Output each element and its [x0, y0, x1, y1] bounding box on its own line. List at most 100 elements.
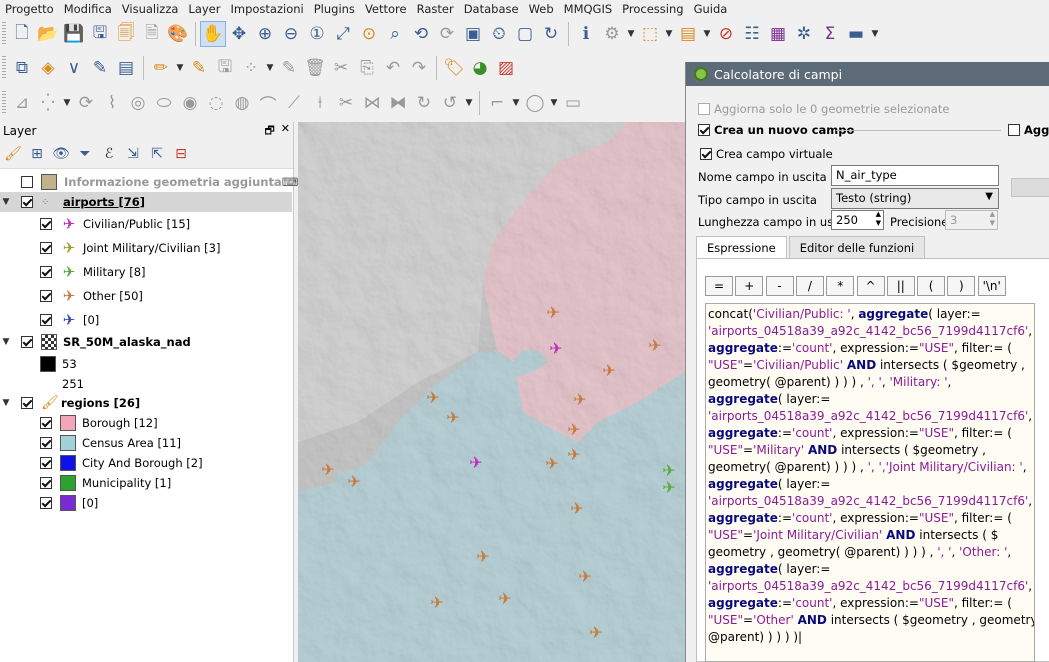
menu-database[interactable]: Database	[459, 0, 524, 18]
collapse-icon[interactable]: ▼	[0, 398, 12, 408]
airport-other-icon[interactable]: ✈	[570, 499, 583, 518]
digitize-vertex-icon[interactable]: ∨	[61, 55, 87, 81]
zoom-native-icon[interactable]: ①	[304, 21, 330, 47]
add-part-icon[interactable]: ⬭	[151, 90, 177, 116]
layer-group-raster[interactable]: ▼ SR_50M_alaska_nad	[0, 332, 191, 352]
edit-attributes-icon[interactable]: ✎	[276, 55, 302, 81]
menu-vettore[interactable]: Vettore	[360, 0, 412, 18]
operator-button[interactable]: -	[765, 276, 794, 296]
refresh-icon[interactable]: ↻	[538, 21, 564, 47]
field-calculator-icon[interactable]: ▦	[765, 21, 791, 47]
collapse-icon[interactable]: ▼	[0, 197, 12, 207]
add-ring-icon[interactable]: ◎	[125, 90, 151, 116]
update-existing-checkbox[interactable]	[1008, 124, 1020, 136]
output-name-input[interactable]: N_air_type	[831, 165, 999, 186]
airport-other-icon[interactable]: ✈	[321, 460, 334, 479]
airport-other-icon[interactable]: ✈	[567, 420, 580, 439]
merge-attributes-icon[interactable]: ⧓	[385, 90, 411, 116]
legend-item-regions-null[interactable]: [0]	[40, 493, 98, 513]
legend-checkbox[interactable]	[40, 477, 52, 489]
save-edits-icon[interactable]: 🖫	[212, 55, 238, 81]
toolbar-handle[interactable]	[2, 91, 6, 115]
layer-group-airports[interactable]: ▼ ⁘ airports [76]	[0, 192, 292, 212]
fill-ring-icon[interactable]: ◉	[177, 90, 203, 116]
merge-features-icon[interactable]: ⋈	[359, 90, 385, 116]
undo-icon[interactable]: ↶	[380, 55, 406, 81]
offset-curve-icon[interactable]: ⟋	[281, 90, 307, 116]
new-map-view-icon[interactable]: ▣	[460, 21, 486, 47]
airport-other-icon[interactable]: ✈	[430, 593, 443, 612]
zoom-full-icon[interactable]: ⤢	[330, 21, 356, 47]
legend-checkbox[interactable]	[40, 242, 52, 254]
gps-icon[interactable]: ▤	[113, 55, 139, 81]
dropdown-arrow-icon[interactable]: ▼	[701, 21, 713, 47]
menu-processing[interactable]: Processing	[617, 0, 688, 18]
delete-part-icon[interactable]: ◍	[229, 90, 255, 116]
dropdown-arrow-icon[interactable]: ▼	[510, 90, 522, 116]
airport-other-icon[interactable]: ✈	[602, 361, 615, 380]
menu-impostazioni[interactable]: Impostazioni	[226, 0, 309, 18]
vertex-tool-icon[interactable]: ⁛	[35, 90, 61, 116]
dropdown-arrow-icon[interactable]: ▼	[625, 21, 637, 47]
new-project-icon[interactable]: 🗋	[9, 21, 35, 47]
pan-to-selection-icon[interactable]: ✥	[226, 21, 252, 47]
field-type-select[interactable]: Testo (string) ▼	[831, 188, 999, 209]
zoom-to-layer-icon[interactable]: ⌕	[382, 21, 408, 47]
virtual-field-checkbox[interactable]	[700, 148, 712, 160]
dropdown-arrow-icon[interactable]: ▼	[663, 21, 675, 47]
data-source-manager-icon[interactable]: ⧉	[9, 55, 35, 81]
airport-other-icon[interactable]: ✈	[648, 336, 661, 355]
precision-spinbox[interactable]: 3 ▲ ▼	[945, 210, 998, 230]
select-features-icon[interactable]: ⬚	[637, 21, 663, 47]
label-tool-icon[interactable]: 🏷	[441, 55, 467, 81]
legend-checkbox[interactable]	[40, 497, 52, 509]
collapse-all-icon[interactable]: ⇱	[146, 143, 168, 165]
airport-other-icon[interactable]: ✈	[426, 388, 439, 407]
operator-button[interactable]: (	[917, 276, 946, 296]
legend-checkbox[interactable]	[40, 218, 52, 230]
airport-other-icon[interactable]: ✈	[589, 623, 602, 642]
save-as-icon[interactable]: 🖫	[87, 21, 113, 47]
reverse-line-icon[interactable]: ↺	[437, 90, 463, 116]
advanced-digitizing-icon[interactable]: ⊿	[9, 90, 35, 116]
statistical-summary-icon[interactable]: Σ	[817, 21, 843, 47]
legend-item-civilian[interactable]: ✈ Civilian/Public [15]	[40, 214, 190, 234]
zoom-in-icon[interactable]: ⊕	[252, 21, 278, 47]
remove-layer-icon[interactable]: ⊟	[170, 143, 192, 165]
layer-item-geometry-info[interactable]: Informazione geometria aggiunta ⌨	[3, 172, 298, 192]
style-manager-icon[interactable]: 🎨	[165, 21, 191, 47]
rectangle-digitize-icon[interactable]: ▭	[560, 90, 586, 116]
operator-button[interactable]: *	[826, 276, 855, 296]
new-3d-view-icon[interactable]: ▢	[512, 21, 538, 47]
legend-item-municipality[interactable]: Municipality [1]	[40, 473, 171, 493]
dropdown-arrow-icon[interactable]: ▼	[264, 55, 276, 81]
undock-icon[interactable]: 🗗	[264, 122, 274, 141]
legend-item-airports-null[interactable]: ✈ [0]	[40, 310, 99, 330]
dropdown-arrow-icon[interactable]: ▼	[174, 55, 186, 81]
airport-other-icon[interactable]: ✈	[573, 390, 586, 409]
menu-web[interactable]: Web	[524, 0, 559, 18]
update-selected-checkbox[interactable]	[698, 103, 710, 115]
map-canvas[interactable]: ✈ ✈ ✈ ✈ ✈ ✈ ✈ ✈ ✈ ✈ ✈ ✈ ✈ ✈ ✈ ✈ ✈ ✈ ✈ ✈ ✈	[298, 122, 685, 662]
processing-toolbox-icon[interactable]: ✲	[791, 21, 817, 47]
layer-checkbox[interactable]	[21, 176, 33, 188]
split-features-icon[interactable]: ⟊	[307, 90, 333, 116]
cut-features-icon[interactable]: ✂	[328, 55, 354, 81]
dropdown-arrow-icon[interactable]: ▼	[869, 21, 881, 47]
simplify-icon[interactable]: ⌇	[99, 90, 125, 116]
rotate-point-icon[interactable]: ↻	[411, 90, 437, 116]
menu-progetto[interactable]: Progetto	[0, 0, 59, 18]
digitize-line-icon[interactable]: ✎	[87, 55, 113, 81]
legend-item-joint[interactable]: ✈ Joint Military/Civilian [3]	[40, 238, 220, 258]
filter-legend-icon[interactable]: ⏷	[74, 143, 96, 165]
operator-button[interactable]: )	[947, 276, 976, 296]
redo-icon[interactable]: ↷	[406, 55, 432, 81]
layer-checkbox[interactable]	[21, 397, 33, 409]
layout-manager-icon[interactable]: 🗎	[139, 21, 165, 47]
airport-other-icon[interactable]: ✈	[347, 472, 360, 491]
toolbar-handle[interactable]	[2, 56, 6, 80]
airport-other-icon[interactable]: ✈	[446, 408, 459, 427]
legend-item-census[interactable]: Census Area [11]	[40, 433, 181, 453]
visibility-icon[interactable]: 👁	[50, 143, 72, 165]
legend-checkbox[interactable]	[40, 266, 52, 278]
